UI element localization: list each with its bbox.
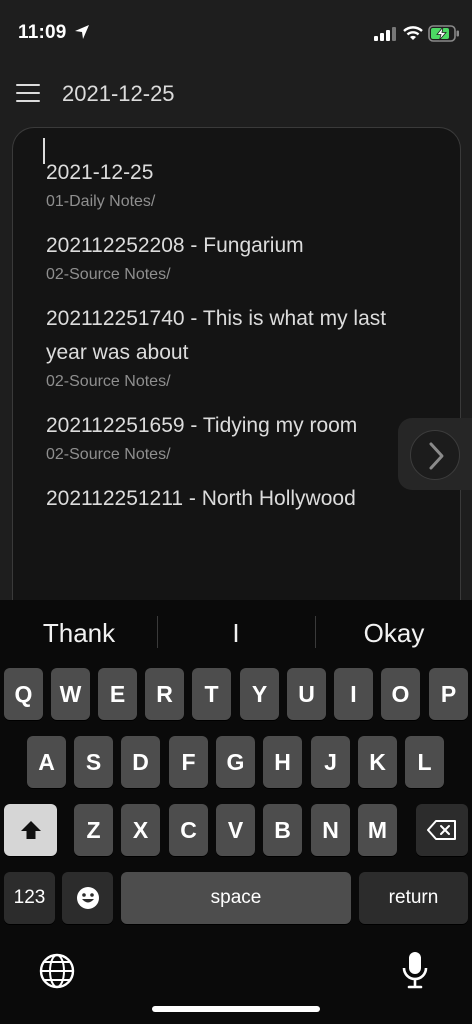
- shift-arrow-icon: [20, 821, 41, 839]
- microphone-icon[interactable]: [400, 950, 430, 990]
- key-p[interactable]: P: [429, 668, 468, 720]
- suggestion-title: 202112251659 - Tidying my room: [46, 414, 358, 437]
- suggestion-path: 02-Source Notes/: [46, 373, 171, 390]
- prediction-divider: [315, 616, 316, 648]
- wifi-icon: [403, 26, 423, 40]
- key-e[interactable]: E: [98, 668, 137, 720]
- emoji-face-icon: [76, 887, 99, 909]
- key-s[interactable]: S: [74, 736, 113, 788]
- globe-icon[interactable]: [38, 952, 76, 990]
- suggestion-list: 2021-12-25 01-Daily Notes/ 202112252208 …: [46, 156, 426, 530]
- app-header: 2021-12-25: [0, 66, 472, 126]
- space-key[interactable]: space: [121, 872, 351, 924]
- key-h[interactable]: H: [263, 736, 302, 788]
- predictive-text-bar: Thank I Okay: [0, 600, 472, 664]
- key-g[interactable]: G: [216, 736, 255, 788]
- location-arrow-icon: [75, 25, 89, 39]
- suggestion-item[interactable]: 202112251211 - North Hollywood: [46, 482, 426, 514]
- prediction-2[interactable]: I: [161, 618, 311, 649]
- return-key[interactable]: return: [359, 872, 468, 924]
- note-title[interactable]: 2021-12-25: [62, 81, 175, 107]
- home-indicator: [152, 1006, 320, 1012]
- key-f[interactable]: F: [169, 736, 208, 788]
- key-m[interactable]: M: [358, 804, 397, 856]
- suggestion-item[interactable]: 2021-12-25 01-Daily Notes/: [46, 156, 426, 213]
- key-o[interactable]: O: [381, 668, 420, 720]
- text-cursor: [43, 138, 45, 164]
- suggestion-path: 01-Daily Notes/: [46, 193, 156, 210]
- backspace-key[interactable]: [416, 804, 468, 856]
- key-n[interactable]: N: [311, 804, 350, 856]
- onscreen-keyboard: Thank I Okay Q W E R T Y U I O P A S D F…: [0, 600, 472, 1024]
- suggestion-title: 202112252208 - Fungarium: [46, 234, 304, 257]
- key-t[interactable]: T: [192, 668, 231, 720]
- key-l[interactable]: L: [405, 736, 444, 788]
- key-v[interactable]: V: [216, 804, 255, 856]
- key-c[interactable]: C: [169, 804, 208, 856]
- prediction-1[interactable]: Thank: [4, 618, 154, 649]
- suggestion-item[interactable]: 202112251659 - Tidying my room 02-Source…: [46, 409, 426, 466]
- key-w[interactable]: W: [51, 668, 90, 720]
- status-time: 11:09: [18, 22, 67, 43]
- suggestion-path: 02-Source Notes/: [46, 446, 171, 463]
- suggestion-item[interactable]: 202112251740 - This is what my last year…: [46, 302, 426, 393]
- cellular-signal-icon: [374, 27, 396, 41]
- key-x[interactable]: X: [121, 804, 160, 856]
- numbers-key[interactable]: 123: [4, 872, 55, 924]
- shift-key[interactable]: [4, 804, 57, 856]
- backspace-icon: [427, 820, 456, 840]
- key-b[interactable]: B: [263, 804, 302, 856]
- chevron-right-icon: [429, 442, 444, 470]
- key-k[interactable]: K: [358, 736, 397, 788]
- hamburger-menu-icon[interactable]: [16, 84, 40, 104]
- key-a[interactable]: A: [27, 736, 66, 788]
- key-r[interactable]: R: [145, 668, 184, 720]
- link-suggestion-panel: 2021-12-25 01-Daily Notes/ 202112252208 …: [12, 127, 461, 600]
- key-y[interactable]: Y: [240, 668, 279, 720]
- suggestion-title: 202112251740 - This is what my last year…: [46, 307, 387, 364]
- key-d[interactable]: D: [121, 736, 160, 788]
- next-arrow-button[interactable]: [410, 430, 460, 480]
- key-i[interactable]: I: [334, 668, 373, 720]
- key-u[interactable]: U: [287, 668, 326, 720]
- suggestion-title: 2021-12-25: [46, 161, 154, 184]
- key-z[interactable]: Z: [74, 804, 113, 856]
- suggestion-title: 202112251211 - North Hollywood: [46, 487, 356, 510]
- prediction-divider: [157, 616, 158, 648]
- key-j[interactable]: J: [311, 736, 350, 788]
- status-bar: 11:09: [0, 0, 472, 66]
- emoji-key[interactable]: [62, 872, 113, 924]
- key-q[interactable]: Q: [4, 668, 43, 720]
- suggestion-path: 02-Source Notes/: [46, 266, 171, 283]
- battery-charging-icon: [428, 25, 459, 42]
- prediction-3[interactable]: Okay: [319, 618, 469, 649]
- suggestion-item[interactable]: 202112252208 - Fungarium 02-Source Notes…: [46, 229, 426, 286]
